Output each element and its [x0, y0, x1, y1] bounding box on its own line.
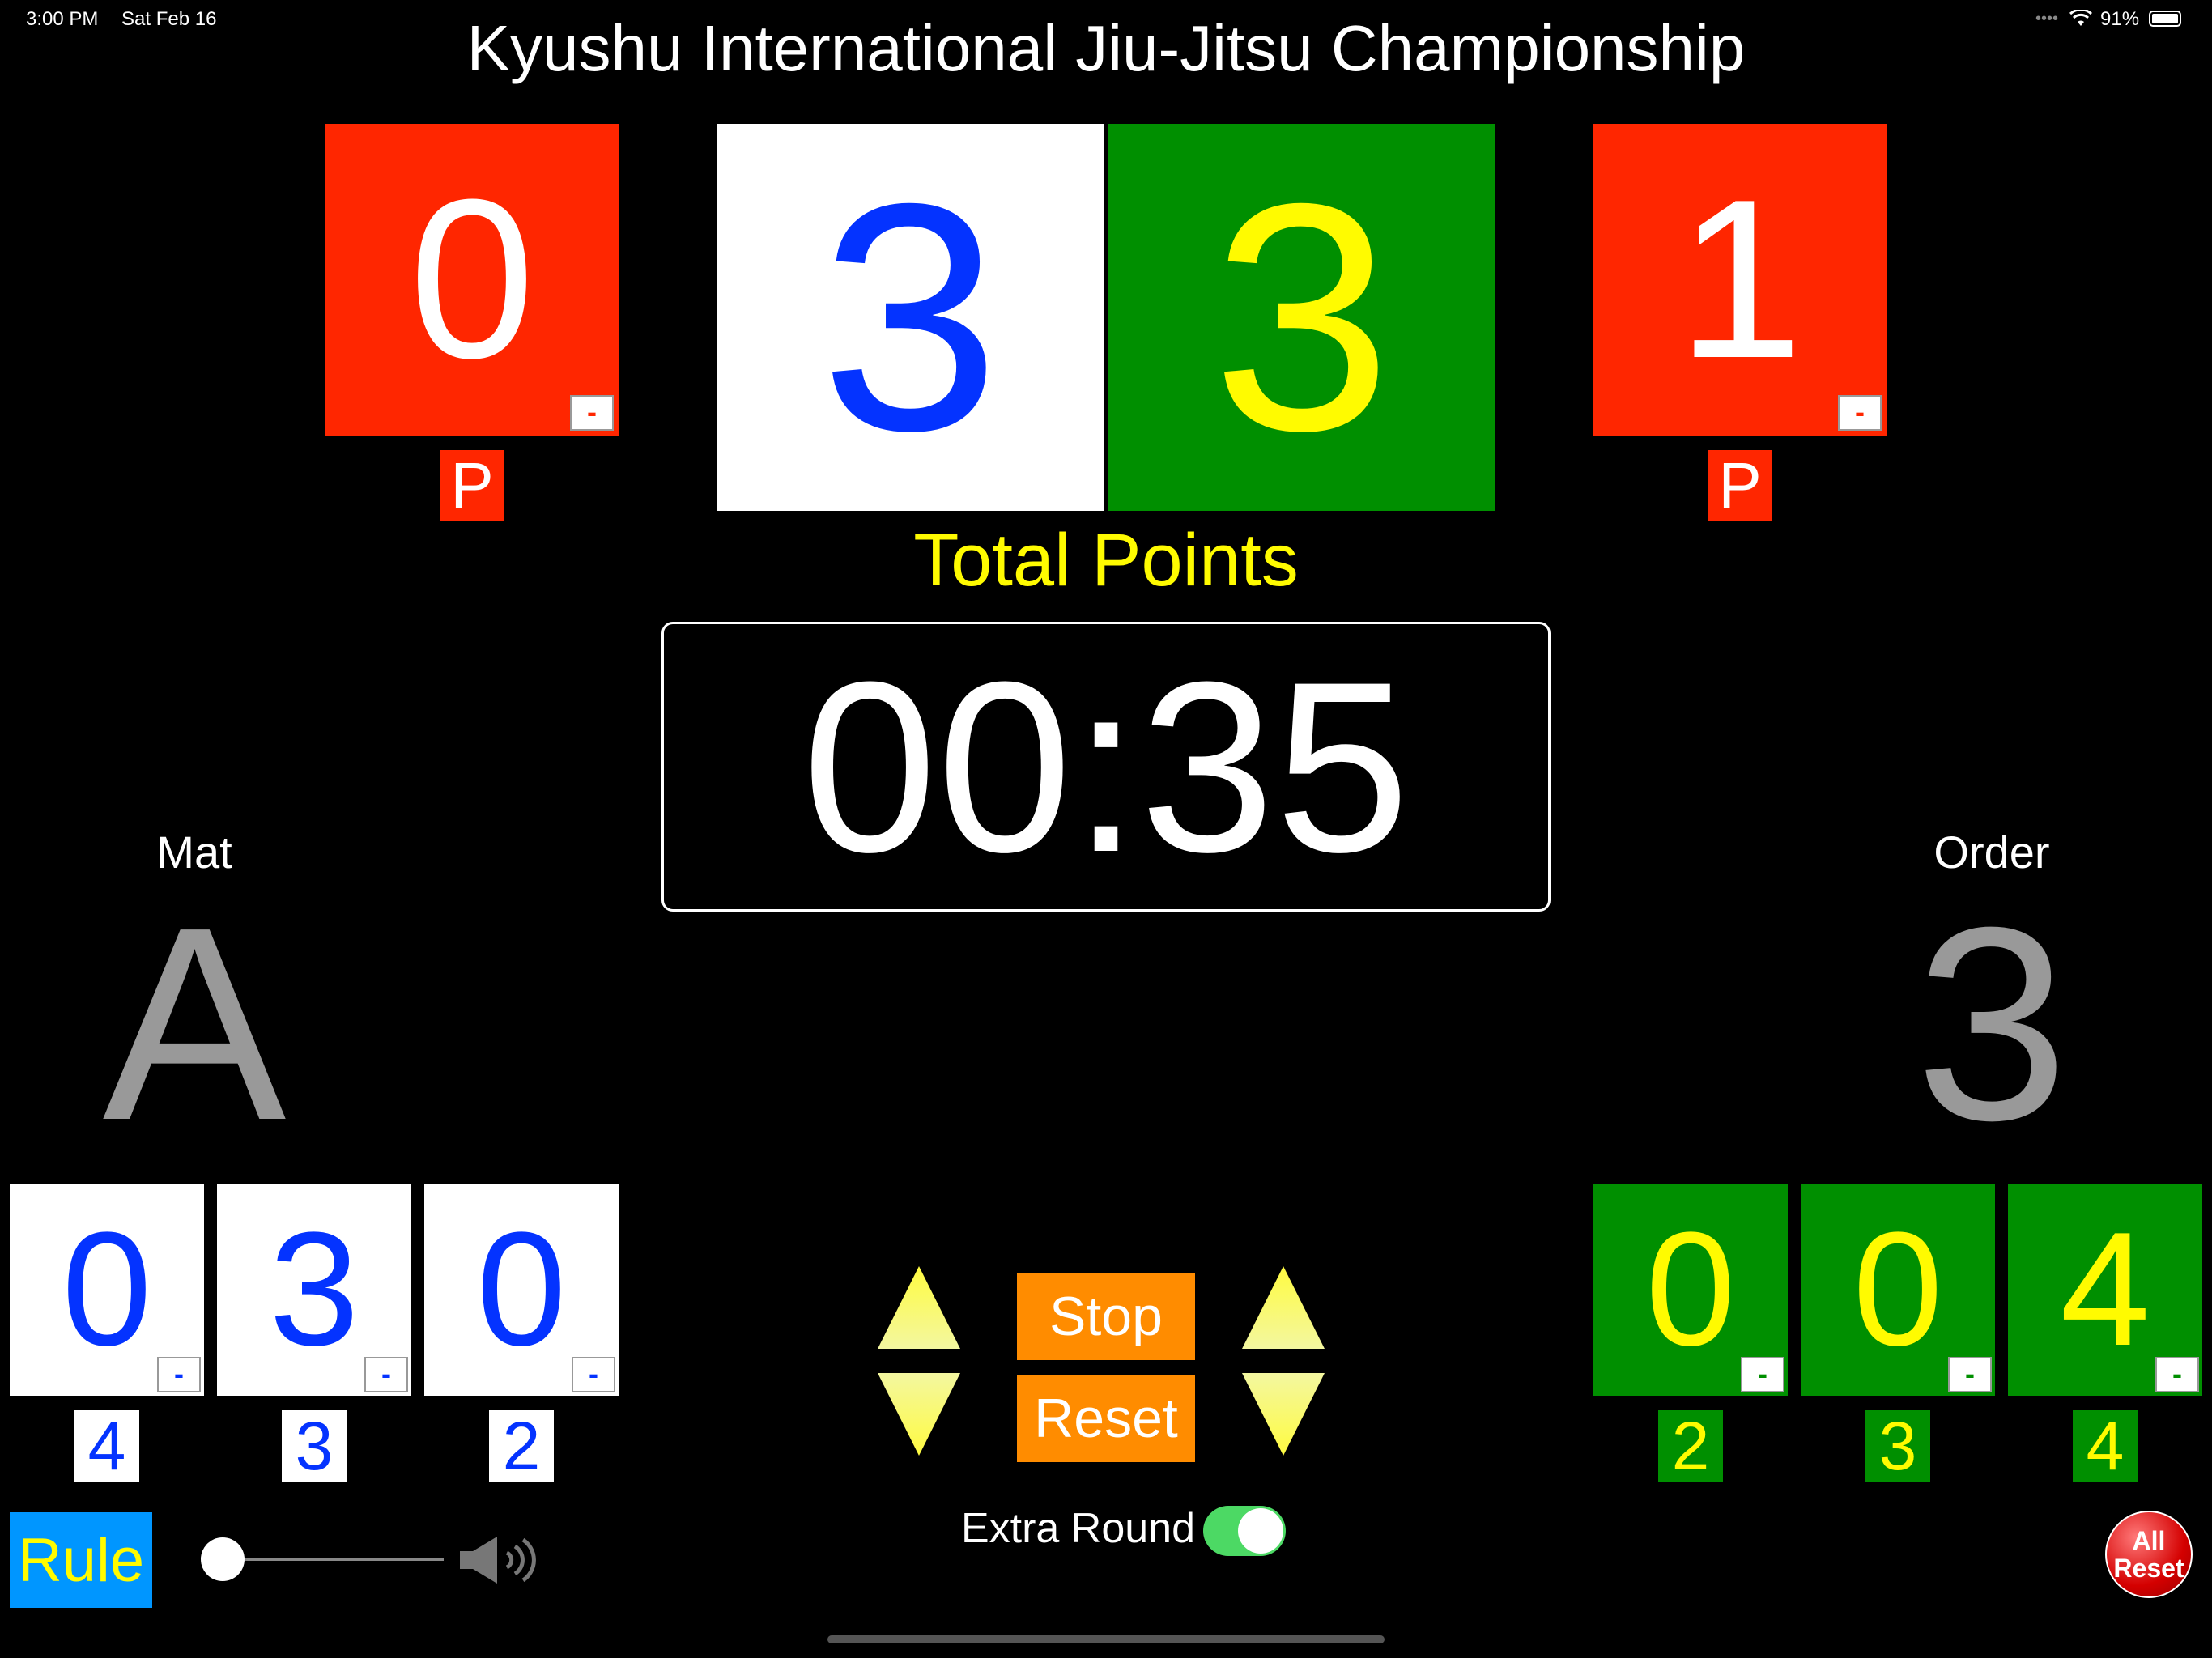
white-total-score[interactable]: 3: [717, 124, 1104, 511]
timer-value: 00:35: [802, 631, 1410, 903]
speaker-icon: [460, 1537, 536, 1584]
home-indicator: [827, 1635, 1385, 1643]
total-points-label: Total Points: [913, 519, 1299, 602]
extra-round-label: Extra Round: [960, 1505, 1195, 1552]
toggle-knob: [1238, 1508, 1283, 1554]
order-value[interactable]: 3: [1870, 866, 2113, 1183]
seconds-down-arrow-icon[interactable]: [1239, 1370, 1328, 1459]
volume-slider-track[interactable]: [222, 1558, 444, 1561]
white-sub-value: 0: [62, 1199, 152, 1380]
green-points-minus-button[interactable]: -: [1948, 1357, 1992, 1392]
left-penalty-box[interactable]: 0: [325, 124, 619, 436]
white-score-value: 3: [819, 136, 1001, 498]
mat-value[interactable]: A: [73, 866, 316, 1183]
green-advantage-minus-button[interactable]: -: [1741, 1357, 1784, 1392]
white-advantage-badge[interactable]: 4: [74, 1408, 139, 1484]
rule-button[interactable]: Rule: [10, 1512, 152, 1608]
seconds-up-arrow-icon[interactable]: [1239, 1263, 1328, 1352]
white-points-minus-button[interactable]: -: [364, 1357, 408, 1392]
minutes-down-arrow-icon[interactable]: [874, 1370, 963, 1459]
match-timer[interactable]: 00:35: [661, 622, 1551, 912]
green-advantage-badge[interactable]: 2: [1658, 1408, 1723, 1484]
right-penalty-box[interactable]: 1: [1593, 124, 1887, 436]
white-penalty-count-minus-button[interactable]: -: [572, 1357, 615, 1392]
left-penalty-minus-button[interactable]: -: [570, 395, 614, 431]
stop-button[interactable]: Stop: [1017, 1273, 1195, 1360]
left-penalty-badge[interactable]: P: [440, 449, 504, 521]
right-penalty-minus-button[interactable]: -: [1838, 395, 1882, 431]
green-sub-value: 0: [1645, 1199, 1736, 1380]
left-penalty-value: 0: [409, 153, 535, 406]
green-penalty-count-badge[interactable]: 4: [2073, 1408, 2138, 1484]
green-total-score[interactable]: 3: [1108, 124, 1495, 511]
white-sub-value: 3: [269, 1199, 359, 1380]
tournament-title[interactable]: Kyushu International Jiu-Jitsu Champions…: [0, 11, 2212, 86]
white-advantage-minus-button[interactable]: -: [157, 1357, 201, 1392]
extra-round-toggle[interactable]: [1203, 1506, 1286, 1556]
white-sub-value: 0: [476, 1199, 567, 1380]
green-score-value: 3: [1211, 136, 1393, 498]
green-sub-value: 0: [1853, 1199, 1943, 1380]
green-penalty-count-minus-button[interactable]: -: [2155, 1357, 2199, 1392]
volume-slider-thumb[interactable]: [201, 1537, 245, 1581]
all-reset-button[interactable]: All Reset: [2105, 1511, 2193, 1598]
right-penalty-value: 1: [1677, 153, 1803, 406]
reset-button[interactable]: Reset: [1017, 1375, 1195, 1462]
green-points-badge[interactable]: 3: [1865, 1408, 1930, 1484]
minutes-up-arrow-icon[interactable]: [874, 1263, 963, 1352]
green-sub-value: 4: [2060, 1199, 2150, 1380]
right-penalty-badge[interactable]: P: [1708, 449, 1772, 521]
white-penalty-count-badge[interactable]: 2: [489, 1408, 554, 1484]
white-points-badge[interactable]: 3: [282, 1408, 347, 1484]
